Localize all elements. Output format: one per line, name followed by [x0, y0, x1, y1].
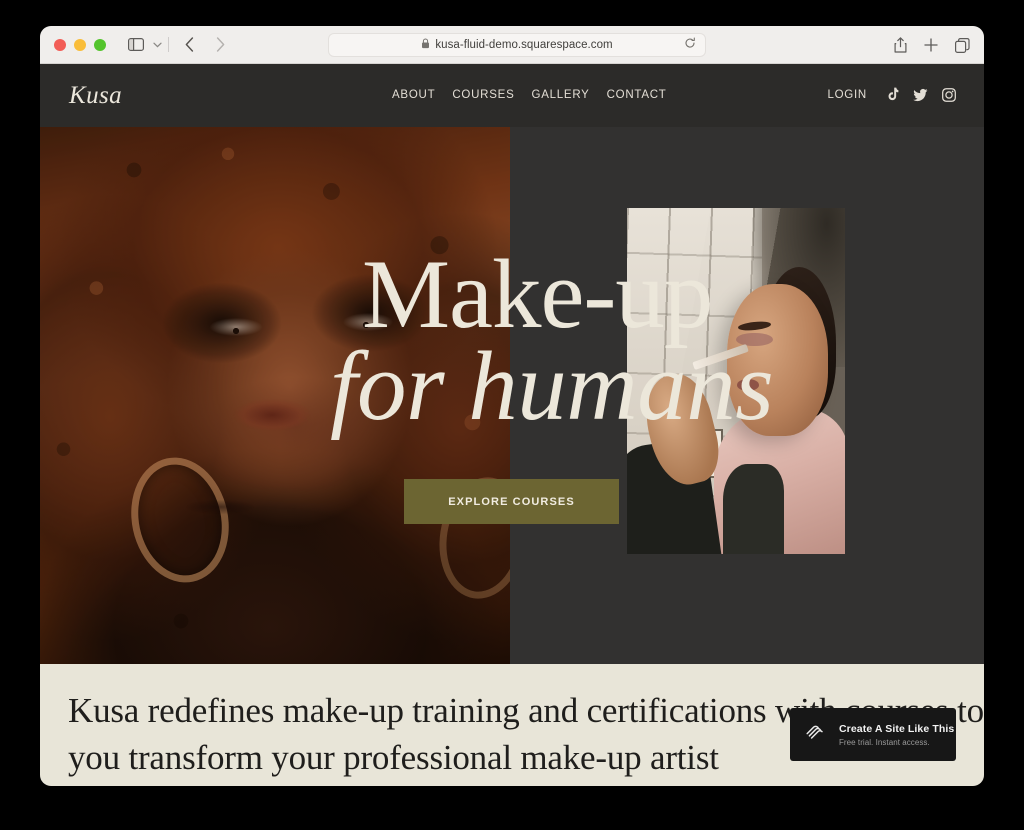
explore-courses-button[interactable]: EXPLORE COURSES	[404, 479, 619, 524]
chevron-down-icon[interactable]	[153, 42, 162, 48]
share-icon[interactable]	[894, 37, 907, 53]
nav-item-courses[interactable]: COURSES	[452, 89, 514, 101]
site-logo[interactable]: Kusa	[69, 82, 122, 110]
nav-item-contact[interactable]: CONTACT	[607, 89, 667, 101]
nav-item-about[interactable]: ABOUT	[392, 89, 435, 101]
instagram-icon[interactable]	[942, 87, 956, 102]
intro-section: Kusa redefines make-up training and cert…	[40, 664, 984, 786]
squarespace-banner-subtitle: Free trial. Instant access.	[839, 737, 930, 747]
reload-icon[interactable]	[684, 36, 696, 54]
hero-image-right	[627, 208, 845, 554]
squarespace-banner-title: Create A Site Like This	[839, 723, 955, 736]
squarespace-banner-text: Create A Site Like This Free trial. Inst…	[839, 722, 954, 746]
sidebar-toggle-icon[interactable]	[128, 38, 144, 51]
back-arrow-icon[interactable]	[185, 37, 194, 52]
hero-section: Make-up for humans EXPLORE COURSES	[40, 127, 984, 664]
toolbar-divider	[168, 37, 169, 52]
earring-left	[119, 448, 241, 592]
plus-icon[interactable]	[924, 38, 938, 52]
model-face	[727, 284, 828, 437]
address-bar[interactable]: kusa-fluid-demo.squarespace.com	[328, 33, 706, 57]
url-text: kusa-fluid-demo.squarespace.com	[435, 39, 613, 51]
maximize-window-button[interactable]	[94, 38, 106, 51]
header-right-actions: LOGIN	[827, 87, 956, 102]
forward-arrow-icon[interactable]	[216, 37, 225, 52]
browser-window: kusa-fluid-demo.squarespace.com Kusa ABO…	[40, 26, 984, 786]
tab-overview-icon[interactable]	[955, 37, 970, 53]
nav-item-gallery[interactable]: GALLERY	[532, 89, 590, 101]
site-header: Kusa ABOUT COURSES GALLERY CONTACT LOGIN	[40, 64, 984, 127]
toolbar-right-actions	[894, 26, 970, 64]
squarespace-logo-icon	[803, 720, 827, 749]
hair-texture	[40, 127, 510, 664]
squarespace-promo-banner[interactable]: Create A Site Like This Free trial. Inst…	[790, 708, 956, 761]
minimize-window-button[interactable]	[74, 38, 86, 51]
login-link[interactable]: LOGIN	[827, 89, 867, 101]
hero-image-left	[40, 127, 510, 664]
model-lips	[737, 379, 759, 392]
lock-icon	[421, 36, 430, 54]
black-shirt	[722, 464, 784, 554]
main-navigation: ABOUT COURSES GALLERY CONTACT	[392, 89, 667, 101]
twitter-icon[interactable]	[913, 88, 928, 102]
close-window-button[interactable]	[54, 38, 66, 51]
website-viewport: Kusa ABOUT COURSES GALLERY CONTACT LOGIN	[40, 64, 984, 786]
window-controls[interactable]	[54, 38, 106, 51]
browser-toolbar: kusa-fluid-demo.squarespace.com	[40, 26, 984, 64]
tiktok-icon[interactable]	[885, 87, 899, 102]
